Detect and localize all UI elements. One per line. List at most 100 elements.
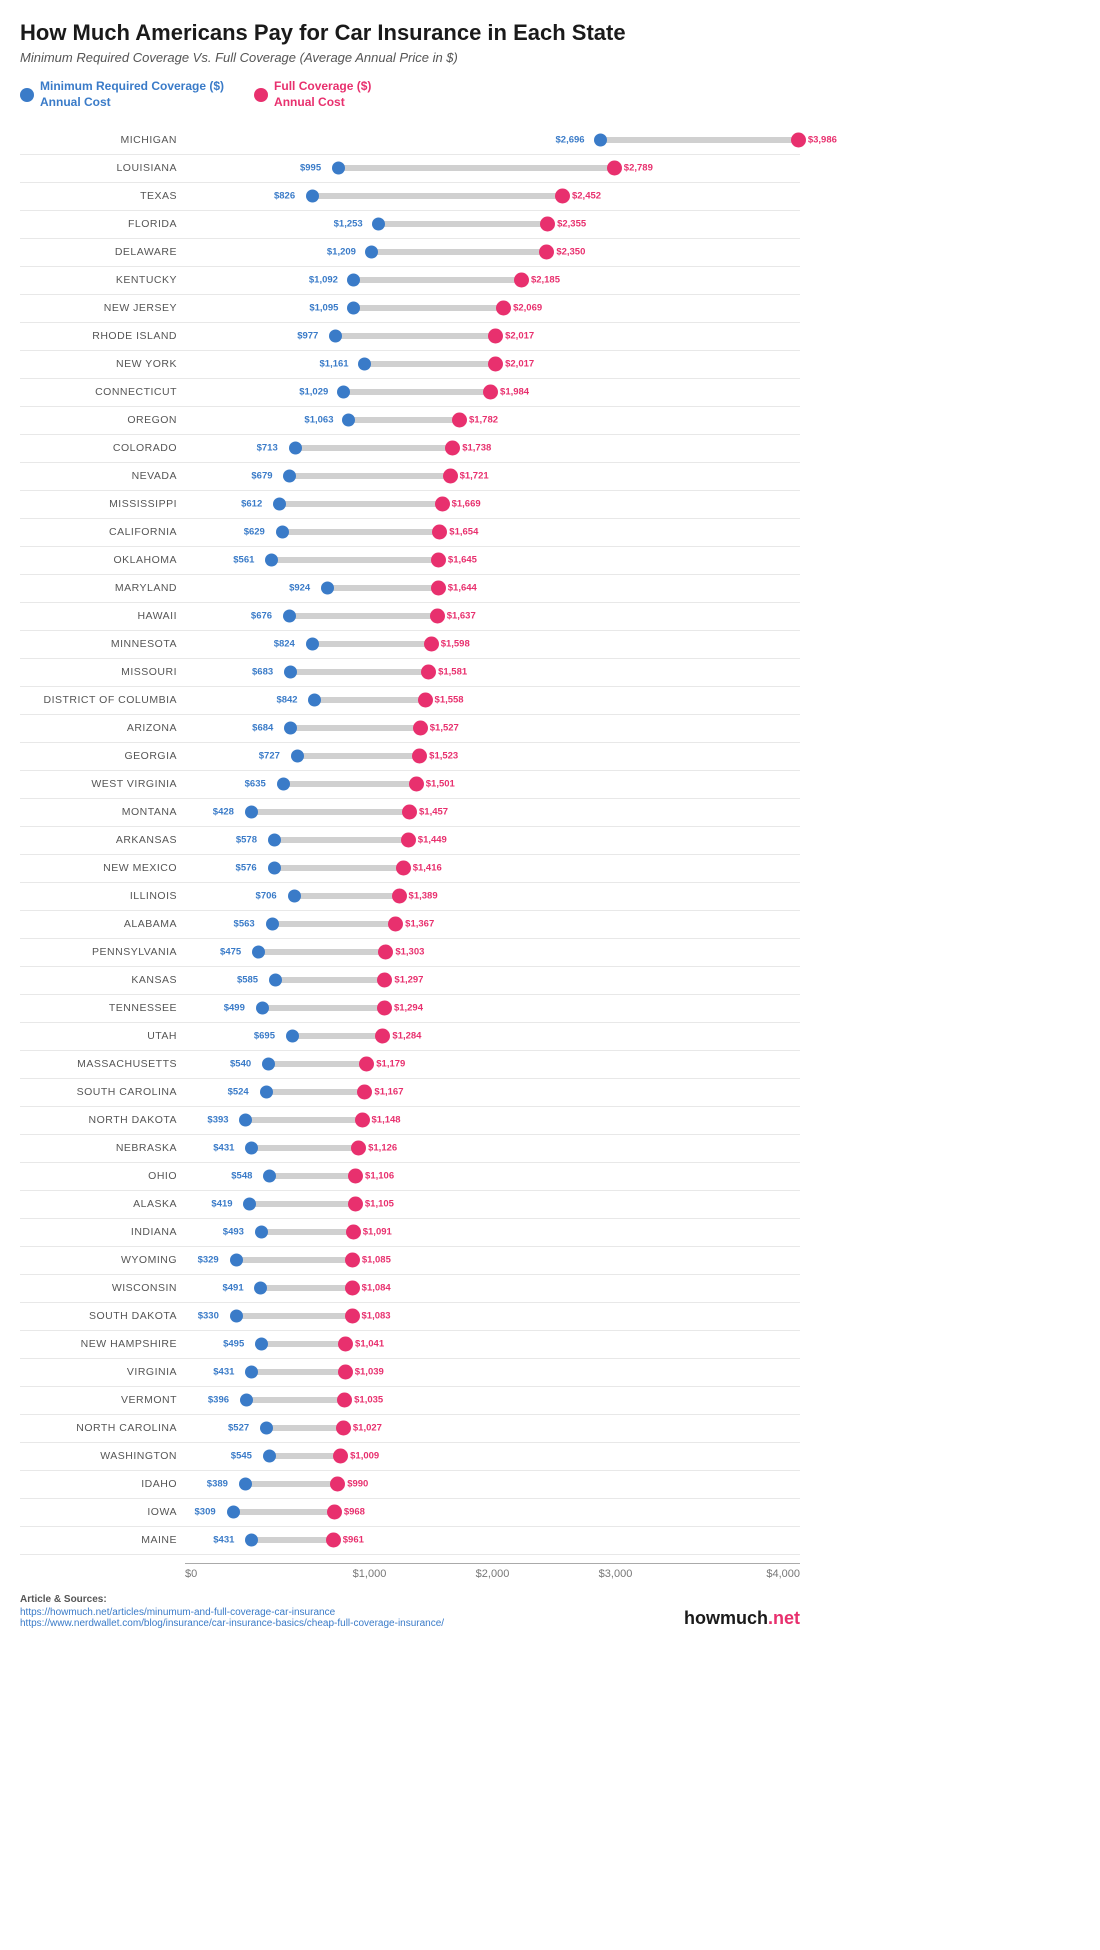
dot-min <box>288 890 301 903</box>
state-label: MISSOURI <box>20 666 185 678</box>
state-label: IOWA <box>20 1506 185 1518</box>
dot-min <box>239 1114 252 1127</box>
value-min: $329 <box>198 1255 219 1266</box>
value-min: $563 <box>234 919 255 930</box>
dot-min <box>283 610 296 623</box>
value-min: $499 <box>224 1003 245 1014</box>
bar-area: $393$1,148 <box>185 1107 800 1134</box>
dot-min <box>240 1394 253 1407</box>
footer-link-2[interactable]: https://www.nerdwallet.com/blog/insuranc… <box>20 1618 444 1629</box>
bar-area: $727$1,523 <box>185 743 800 770</box>
state-label: INDIANA <box>20 1226 185 1238</box>
dot-min <box>347 302 360 315</box>
bar-area: $629$1,654 <box>185 519 800 546</box>
dot-min <box>306 190 319 203</box>
dot-full <box>351 1141 366 1156</box>
legend-min: Minimum Required Coverage ($)Annual Cost <box>20 79 224 110</box>
value-full: $1,083 <box>362 1311 391 1322</box>
bar-track <box>290 669 428 675</box>
value-full: $1,501 <box>426 779 455 790</box>
dot-min <box>263 1450 276 1463</box>
value-full: $1,179 <box>376 1059 405 1070</box>
bar-track <box>282 529 440 535</box>
bar-track <box>353 277 521 283</box>
value-full: $2,185 <box>531 275 560 286</box>
bar-area: $1,095$2,069 <box>185 295 800 322</box>
chart-row: LOUISIANA$995$2,789 <box>20 155 800 183</box>
value-min: $713 <box>257 443 278 454</box>
bar-area: $679$1,721 <box>185 463 800 490</box>
value-min: $491 <box>222 1283 243 1294</box>
value-min: $826 <box>274 191 295 202</box>
bar-area: $309$968 <box>185 1499 800 1526</box>
value-full: $1,085 <box>362 1255 391 1266</box>
bar-area: $635$1,501 <box>185 771 800 798</box>
dot-full <box>791 133 806 148</box>
bar-track <box>290 725 420 731</box>
dot-full <box>496 301 511 316</box>
value-full: $1,126 <box>368 1143 397 1154</box>
dot-full <box>431 553 446 568</box>
dot-min <box>230 1254 243 1267</box>
bar-area: $330$1,083 <box>185 1303 800 1330</box>
state-label: GEORGIA <box>20 750 185 762</box>
value-min: $1,063 <box>304 415 333 426</box>
bar-track <box>283 781 416 787</box>
footer-link-1[interactable]: https://howmuch.net/articles/minumum-and… <box>20 1607 335 1618</box>
chart-subtitle: Minimum Required Coverage Vs. Full Cover… <box>20 50 800 65</box>
bar-track <box>294 893 399 899</box>
bar-track <box>279 501 442 507</box>
dot-full <box>348 1197 363 1212</box>
bar-track <box>251 1537 332 1543</box>
value-min: $684 <box>252 723 273 734</box>
dot-full <box>330 1477 345 1492</box>
dot-full <box>413 721 428 736</box>
dot-min <box>245 1142 258 1155</box>
dot-full <box>355 1113 370 1128</box>
dot-full <box>388 917 403 932</box>
state-label: MISSISSIPPI <box>20 498 185 510</box>
value-full: $1,527 <box>430 723 459 734</box>
dot-full <box>402 805 417 820</box>
state-label: NEW HAMPSHIRE <box>20 1338 185 1350</box>
bar-track <box>378 221 547 227</box>
chart-title: How Much Americans Pay for Car Insurance… <box>20 20 800 46</box>
value-full: $1,035 <box>354 1395 383 1406</box>
state-label: VERMONT <box>20 1394 185 1406</box>
chart-row: MICHIGAN$2,696$3,986 <box>20 127 800 155</box>
bar-track <box>251 809 409 815</box>
bar-track <box>261 1341 345 1347</box>
bar-track <box>364 361 496 367</box>
value-full: $2,017 <box>505 331 534 342</box>
state-label: MONTANA <box>20 806 185 818</box>
state-label: WYOMING <box>20 1254 185 1266</box>
state-label: HAWAII <box>20 610 185 622</box>
dot-full <box>435 497 450 512</box>
chart-row: DISTRICT OF COLUMBIA$842$1,558 <box>20 687 800 715</box>
value-full: $1,654 <box>449 527 478 538</box>
state-label: OKLAHOMA <box>20 554 185 566</box>
dot-full <box>345 1309 360 1324</box>
brand-logo: howmuch.net <box>684 1608 800 1629</box>
value-min: $431 <box>213 1535 234 1546</box>
bar-area: $842$1,558 <box>185 687 800 714</box>
value-full: $2,350 <box>556 247 585 258</box>
bar-area: $548$1,106 <box>185 1163 800 1190</box>
bar-track <box>269 1173 355 1179</box>
chart-row: MASSACHUSETTS$540$1,179 <box>20 1051 800 1079</box>
dot-min <box>283 470 296 483</box>
dot-min <box>227 1506 240 1519</box>
bar-track <box>272 921 396 927</box>
dot-full <box>345 1281 360 1296</box>
state-label: RHODE ISLAND <box>20 330 185 342</box>
value-min: $540 <box>230 1059 251 1070</box>
state-label: CONNECTICUT <box>20 386 185 398</box>
dot-min <box>230 1310 243 1323</box>
value-full: $1,645 <box>448 555 477 566</box>
footer: Article & Sources: https://howmuch.net/a… <box>20 1594 444 1629</box>
chart-row: NORTH CAROLINA$527$1,027 <box>20 1415 800 1443</box>
legend-full-dot <box>254 88 268 102</box>
x-axis-tick: $1,000 <box>308 1564 431 1580</box>
bar-area: $695$1,284 <box>185 1023 800 1050</box>
dot-full <box>326 1533 341 1548</box>
